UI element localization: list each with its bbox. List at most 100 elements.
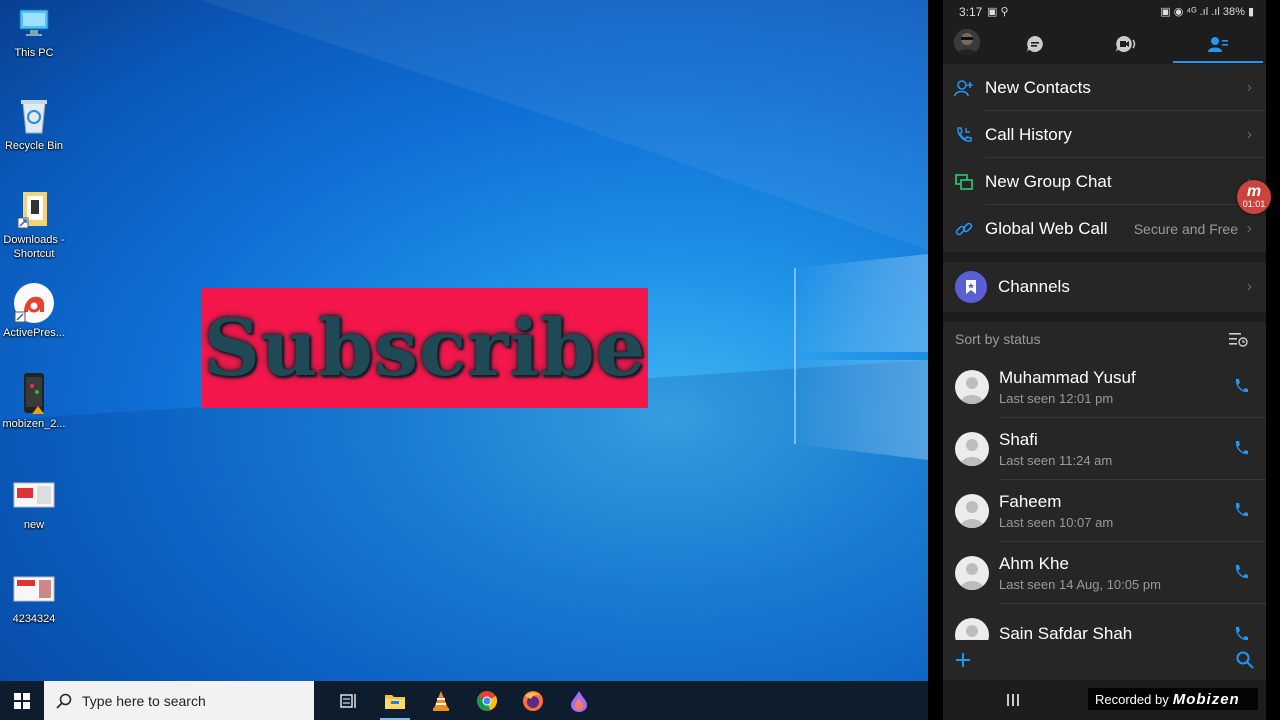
chevron-right-icon: › [1246, 219, 1252, 237]
desktop-icon-label: This PC [14, 47, 54, 59]
phone-screen: 3:17 ▣ ⚲ ▣ ◉ ⁴ᴳ .ıl .ıl 38% ▮ New Contac… [943, 0, 1266, 720]
taskbar: Type here to search [0, 681, 928, 720]
desktop-icon-label: new [23, 519, 45, 531]
chrome-icon [476, 690, 498, 711]
menu-item-label: Call History [985, 124, 1072, 144]
phone-status-bar: 3:17 ▣ ⚲ ▣ ◉ ⁴ᴳ .ıl .ıl 38% ▮ [943, 0, 1266, 24]
desktop-icon-label: mobizen_2... [2, 418, 66, 430]
chevron-right-icon: › [1246, 278, 1252, 295]
chevron-right-icon: › [1246, 78, 1252, 96]
contact-row[interactable]: Ahm Khe Last seen 14 Aug, 10:05 pm [943, 542, 1266, 604]
menu-item-label: New Group Chat [985, 171, 1112, 191]
search-icon[interactable] [1236, 651, 1254, 669]
desktop-icon-recycle-bin[interactable]: Recycle Bin [0, 95, 70, 153]
menu-item-sublabel: Secure and Free [1133, 220, 1238, 237]
desktop-icon-this-pc[interactable]: This PC [0, 2, 70, 60]
sort-label: Sort by status [955, 331, 1041, 347]
desktop-icon-new[interactable]: new [0, 474, 70, 532]
subscribe-banner: Subscribe [202, 288, 648, 408]
profile-avatar[interactable] [954, 29, 980, 55]
phone-call-icon[interactable] [1234, 440, 1248, 456]
group-chat-icon [955, 173, 973, 190]
contact-row[interactable]: Muhammad Yusuf Last seen 12:01 pm [943, 356, 1266, 418]
task-view-icon [340, 693, 356, 708]
taskbar-file-explorer[interactable] [372, 681, 418, 720]
contact-name: Ahm Khe [999, 554, 1069, 573]
windows-logo-icon [14, 692, 30, 709]
channels-label: Channels [998, 277, 1070, 296]
taskbar-firefox-nightly[interactable] [556, 681, 602, 720]
app-tab-bar [943, 24, 1266, 64]
contacts-bottom-bar [943, 640, 1266, 680]
desktop-icon-label: 4234324 [12, 613, 56, 625]
file-explorer-icon [385, 694, 405, 709]
task-view-button[interactable] [326, 681, 372, 720]
notification-icons: ▣ ⚲ [987, 6, 1009, 18]
firefox-icon [523, 690, 543, 711]
start-button[interactable] [0, 681, 44, 720]
avatar [955, 556, 989, 590]
contact-last-seen: Last seen 14 Aug, 10:05 pm [999, 577, 1161, 592]
avatar [955, 432, 989, 466]
desktop-icon-4234324[interactable]: 4234324 [0, 568, 70, 626]
link-icon [955, 222, 973, 235]
mobizen-logo-icon: m [1246, 183, 1262, 200]
downloads-shortcut-icon [12, 189, 56, 231]
status-time: 3:17 [959, 5, 983, 19]
tab-contacts[interactable] [1173, 24, 1263, 64]
contact-name: Shafi [999, 430, 1038, 449]
contacts-list: Muhammad Yusuf Last seen 12:01 pm Shafi La… [943, 356, 1266, 666]
recording-watermark: Recorded by Mobizen [1088, 688, 1258, 710]
phone-call-icon[interactable] [1234, 378, 1248, 394]
contact-last-seen: Last seen 11:24 am [999, 453, 1113, 468]
this-pc-icon [12, 2, 56, 44]
taskbar-vlc[interactable] [418, 681, 464, 720]
watermark-brand: Mobizen [1172, 690, 1240, 708]
contact-last-seen: Last seen 12:01 pm [999, 391, 1114, 406]
video-call-icon [1116, 36, 1136, 52]
tab-calls[interactable] [1081, 24, 1171, 64]
menu-item-global-web-call[interactable]: Global Web Call Secure and Free › [943, 205, 1266, 252]
desktop-icon-label: Recycle Bin [4, 140, 64, 152]
add-icon[interactable] [955, 652, 971, 668]
contacts-icon [1208, 37, 1228, 52]
phone-call-icon[interactable] [1234, 502, 1248, 518]
desktop-icon-label: Downloads - Shortcut [3, 234, 65, 260]
menu-item-call-history[interactable]: Call History › [943, 111, 1266, 158]
menu-item-label: Global Web Call [985, 218, 1108, 238]
recycle-bin-icon [12, 95, 56, 137]
recorder-timer: 01:01 [1242, 199, 1266, 209]
contacts-menu: New Contacts › Call History › New Group … [943, 64, 1266, 666]
phone-call-icon[interactable] [1234, 564, 1248, 580]
chat-bubble-icon [1027, 36, 1043, 52]
search-icon [56, 693, 72, 709]
menu-item-new-contacts[interactable]: New Contacts › [943, 64, 1266, 111]
contact-name: Muhammad Yusuf [999, 368, 1136, 387]
desktop-icon-downloads-shortcut[interactable]: Downloads - Shortcut [0, 189, 70, 261]
sort-filter-icon[interactable] [1228, 331, 1248, 347]
taskbar-firefox[interactable] [510, 681, 556, 720]
taskbar-chrome[interactable] [464, 681, 510, 720]
desktop-icon-activepresenter[interactable]: ActivePres... [0, 282, 70, 340]
contact-row[interactable]: Faheem Last seen 10:07 am [943, 480, 1266, 542]
search-placeholder: Type here to search [82, 692, 206, 709]
avatar [955, 494, 989, 528]
menu-item-label: New Contacts [985, 77, 1091, 97]
call-history-icon [957, 126, 972, 142]
avatar [955, 370, 989, 404]
recent-apps-icon[interactable] [1005, 693, 1021, 707]
contact-last-seen: Last seen 10:07 am [999, 515, 1114, 530]
taskbar-search-box[interactable]: Type here to search [44, 681, 314, 720]
sort-by-status-row[interactable]: Sort by status [943, 322, 1266, 356]
activepresenter-icon [12, 282, 56, 324]
mobizen-file-icon [12, 373, 56, 415]
menu-item-new-group-chat[interactable]: New Group Chat › [943, 158, 1266, 205]
mobizen-recorder-bubble[interactable]: m 01:01 [1237, 180, 1271, 214]
desktop-icon-mobizen-file[interactable]: mobizen_2... [0, 373, 70, 431]
menu-item-channels[interactable]: Channels › [943, 262, 1266, 312]
contact-name: Faheem [999, 492, 1062, 511]
contact-row[interactable]: Shafi Last seen 11:24 am [943, 418, 1266, 480]
battery-percent: 38% [1222, 6, 1245, 18]
tab-chats[interactable] [990, 24, 1080, 64]
subscribe-text: Subscribe [203, 302, 647, 394]
